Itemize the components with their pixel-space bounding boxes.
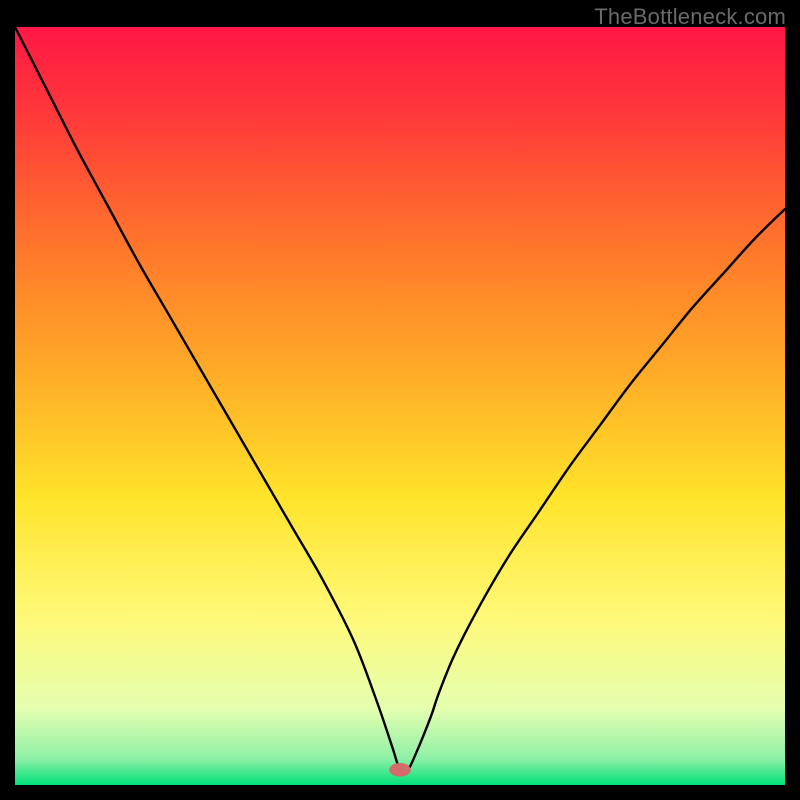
chart-frame: TheBottleneck.com bbox=[0, 0, 800, 800]
optimal-marker bbox=[389, 763, 411, 777]
watermark-text: TheBottleneck.com bbox=[594, 4, 786, 30]
chart-svg bbox=[15, 27, 785, 785]
gradient-background bbox=[15, 27, 785, 785]
bottleneck-chart bbox=[15, 27, 785, 785]
